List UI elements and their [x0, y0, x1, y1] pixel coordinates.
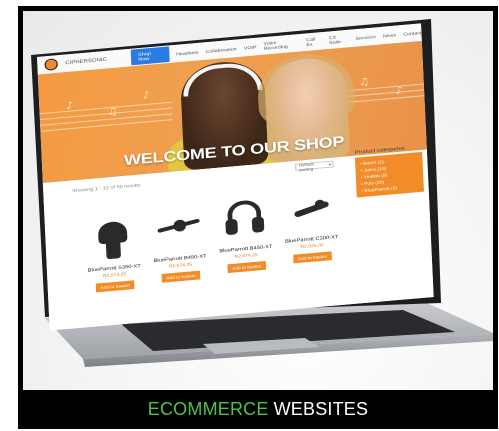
- add-to-basket-button[interactable]: Add to basket: [95, 280, 135, 293]
- caption-accent: ECOMMERCE: [147, 399, 269, 419]
- music-note-icon: ♫: [106, 106, 119, 119]
- nav-item-call-ex[interactable]: Call Ex: [306, 36, 322, 47]
- chevron-down-icon: ▾: [328, 161, 332, 167]
- product-categories-widget: Product categories • Boom (1) • Jabra (1…: [355, 144, 425, 210]
- music-note-icon: ♪: [394, 85, 404, 97]
- product-card[interactable]: BlueParrott B450-XT R2,574.25 Add to bas…: [212, 194, 278, 274]
- product-image[interactable]: [212, 194, 277, 246]
- product-image[interactable]: [146, 204, 211, 256]
- add-to-basket-button[interactable]: Add to basket: [161, 270, 201, 283]
- product-card[interactable]: BlueParrott S350-XT R2,574.25 Add to bas…: [81, 213, 147, 293]
- product-grid: BlueParrott S350-XT R2,574.25 Add to bas…: [81, 196, 350, 326]
- categories-list: • Boom (1) • Jabra (15) • Yealink (8) • …: [354, 151, 424, 198]
- laptop-mockup-card: CIPHERSONIC Shop Now Headsets Collaborat…: [23, 11, 493, 390]
- caption-text: WEBSITES: [273, 399, 369, 419]
- nav-item-news[interactable]: News: [383, 32, 396, 38]
- caption-banner: ECOMMERCE WEBSITES: [18, 390, 498, 429]
- product-image[interactable]: [278, 184, 343, 236]
- nav-item-cx-suite[interactable]: CX Suite: [329, 34, 349, 45]
- sort-select[interactable]: Default sorting ▾: [294, 160, 334, 172]
- nav-item-voice-recording[interactable]: Voice Recording: [263, 38, 299, 51]
- product-card[interactable]: BlueParrott B450-XT R2,574.25 Add to bas…: [146, 204, 212, 284]
- logo-icon[interactable]: [44, 58, 59, 71]
- logo-text[interactable]: CIPHERSONIC: [65, 57, 107, 66]
- music-note-icon: ♪: [65, 100, 74, 112]
- laptop-display: CIPHERSONIC Shop Now Headsets Collaborat…: [37, 23, 434, 331]
- results-count: Showing 1 - 12 of 50 results: [72, 182, 141, 194]
- music-note-icon: ♫: [358, 76, 370, 89]
- product-image[interactable]: [81, 213, 146, 265]
- sort-select-value: Default sorting: [298, 160, 314, 172]
- promo-frame: CIPHERSONIC Shop Now Headsets Collaborat…: [18, 6, 498, 429]
- nav-item-voip[interactable]: VOIP: [244, 44, 257, 50]
- nav-item-services[interactable]: Services: [355, 34, 375, 41]
- nav-item-headsets[interactable]: Headsets: [176, 49, 199, 56]
- website-screenshot: CIPHERSONIC Shop Now Headsets Collaborat…: [37, 23, 434, 331]
- laptop-mockup: CIPHERSONIC Shop Now Headsets Collaborat…: [23, 11, 493, 390]
- nav-item-collaboration[interactable]: Collaboration: [205, 46, 236, 54]
- product-card[interactable]: BlueParrott C300-XT R2,025.00 Add to bas…: [278, 184, 344, 264]
- add-to-basket-button[interactable]: Add to basket: [227, 260, 267, 274]
- add-to-basket-button[interactable]: Add to basket: [292, 251, 333, 264]
- music-staff-line: [40, 119, 173, 132]
- music-note-icon: ♪: [142, 89, 151, 102]
- nav-item-contact[interactable]: Contact: [403, 30, 421, 36]
